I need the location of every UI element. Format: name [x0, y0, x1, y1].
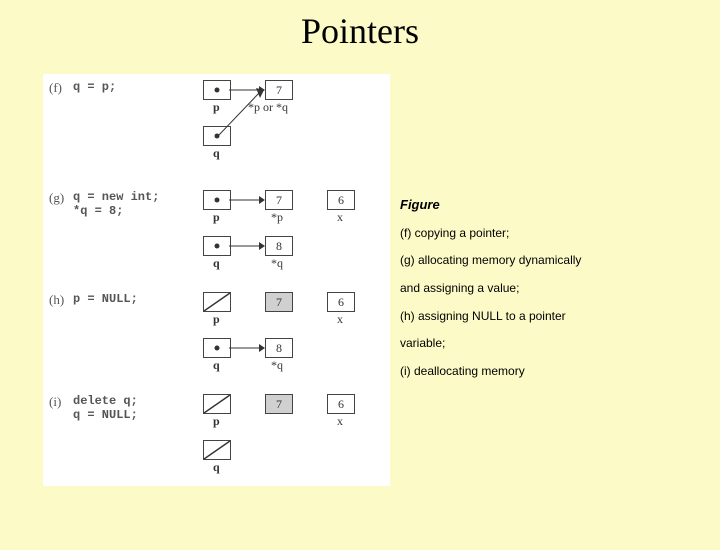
label-h-x: x	[337, 312, 343, 327]
label-g-q: q	[213, 256, 220, 271]
box-h-p	[203, 292, 231, 312]
label-g-starq: *q	[271, 256, 283, 271]
caption-g: (g) allocating memory dynamically	[400, 247, 700, 275]
box-g-x: 6	[327, 190, 355, 210]
label-g-p: p	[213, 210, 220, 225]
label-i-x: x	[337, 414, 343, 429]
arrow-g-p	[229, 190, 267, 210]
caption-h2: variable;	[400, 330, 700, 358]
panel-i-code1: delete q;	[73, 394, 138, 408]
panel-h-tag: (h)	[49, 292, 64, 308]
panel-g-code1: q = new int;	[73, 190, 159, 204]
caption-figure: Figure	[400, 190, 700, 220]
panel-i-code2: q = NULL;	[73, 408, 138, 422]
figure-panel: (f) q = p; p 7 *p or *q q (g) q = new in…	[43, 74, 390, 486]
label-f-p: p	[213, 100, 220, 115]
box-f-val: 7	[265, 80, 293, 100]
label-h-starq: *q	[271, 358, 283, 373]
caption-area: Figure (f) copying a pointer; (g) alloca…	[400, 190, 700, 385]
label-f-q: q	[213, 146, 220, 161]
box-h-q	[203, 338, 231, 358]
arrow-g-q	[229, 236, 267, 256]
box-i-7: 7	[265, 394, 293, 414]
label-h-p: p	[213, 312, 220, 327]
caption-g2: and assigning a value;	[400, 275, 700, 303]
label-f-starpq: *p or *q	[248, 100, 288, 115]
box-g-7: 7	[265, 190, 293, 210]
box-i-q	[203, 440, 231, 460]
label-i-q: q	[213, 460, 220, 475]
box-f-p	[203, 80, 231, 100]
box-f-q	[203, 126, 231, 146]
caption-f: (f) copying a pointer;	[400, 220, 700, 248]
box-h-x: 6	[327, 292, 355, 312]
label-h-q: q	[213, 358, 220, 373]
box-h-7: 7	[265, 292, 293, 312]
box-g-p	[203, 190, 231, 210]
page-title: Pointers	[0, 10, 720, 52]
box-i-x: 6	[327, 394, 355, 414]
arrow-h-q	[229, 338, 267, 358]
box-h-8: 8	[265, 338, 293, 358]
panel-f-code: q = p;	[73, 80, 116, 94]
box-i-p	[203, 394, 231, 414]
caption-i: (i) deallocating memory	[400, 358, 700, 386]
panel-f-tag: (f)	[49, 80, 62, 96]
panel-h-code: p = NULL;	[73, 292, 138, 306]
box-g-8: 8	[265, 236, 293, 256]
box-g-q	[203, 236, 231, 256]
panel-g-code2: *q = 8;	[73, 204, 123, 218]
caption-h: (h) assigning NULL to a pointer	[400, 303, 700, 331]
arrow-f-p	[229, 80, 267, 100]
label-g-starp: *p	[271, 210, 283, 225]
panel-i-tag: (i)	[49, 394, 61, 410]
label-i-p: p	[213, 414, 220, 429]
panel-g-tag: (g)	[49, 190, 64, 206]
label-g-x: x	[337, 210, 343, 225]
